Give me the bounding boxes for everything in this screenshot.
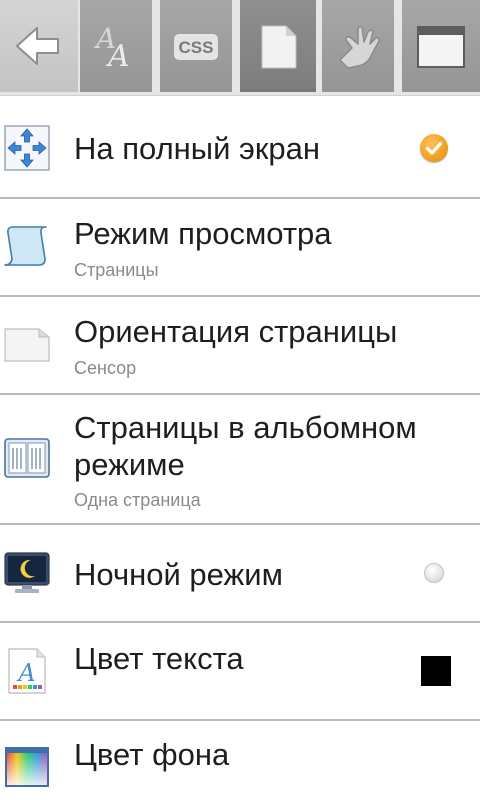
setting-text-color[interactable]: A Цвет текста xyxy=(0,623,480,720)
setting-title-line2: режиме xyxy=(74,447,185,482)
setting-page-orientation[interactable]: Ориентация страницы Сенсор xyxy=(0,297,480,394)
text-color-swatch[interactable] xyxy=(421,656,451,686)
gesture-button[interactable] xyxy=(322,0,394,92)
setting-night-mode[interactable]: Ночной режим xyxy=(0,525,480,622)
css-button[interactable]: CSS xyxy=(160,0,232,92)
setting-value: Сенсор xyxy=(74,358,137,378)
svg-text:A: A xyxy=(16,659,35,687)
setting-title: Режим просмотра xyxy=(74,216,332,251)
night-mode-radio[interactable] xyxy=(424,563,444,583)
css-label: CSS xyxy=(179,38,214,57)
setting-landscape-pages[interactable]: Страницы в альбомном режиме Одна страниц… xyxy=(0,395,480,525)
setting-title-line1: Страницы в альбомном xyxy=(74,410,417,445)
setting-value: Страницы xyxy=(74,260,159,280)
setting-title: Цвет фона xyxy=(74,737,230,772)
top-toolbar: A A CSS xyxy=(0,0,480,96)
background-color-icon xyxy=(3,743,51,791)
fullscreen-arrows-icon xyxy=(3,124,51,172)
svg-text:A: A xyxy=(105,39,130,74)
fullscreen-checkbox[interactable] xyxy=(420,134,448,162)
setting-background-color[interactable]: Цвет фона xyxy=(0,721,480,800)
setting-fullscreen[interactable]: На полный экран xyxy=(0,96,480,198)
setting-title: Ночной режим xyxy=(74,557,283,592)
setting-title: На полный экран xyxy=(74,131,320,166)
text-color-icon: A xyxy=(3,647,51,695)
checkmark-icon xyxy=(425,141,443,155)
scroll-icon xyxy=(3,221,51,269)
two-pages-icon xyxy=(3,435,51,483)
setting-title: Цвет текста xyxy=(74,641,244,676)
page-orientation-icon xyxy=(3,323,51,371)
font-button[interactable]: A A xyxy=(80,0,152,92)
setting-value: Одна страница xyxy=(74,490,201,510)
page-button[interactable] xyxy=(240,0,316,92)
setting-title: Ориентация страницы xyxy=(74,314,398,349)
night-monitor-icon xyxy=(3,549,51,597)
back-button[interactable] xyxy=(0,0,78,92)
window-button[interactable] xyxy=(402,0,480,92)
setting-view-mode[interactable]: Режим просмотра Страницы xyxy=(0,199,480,296)
